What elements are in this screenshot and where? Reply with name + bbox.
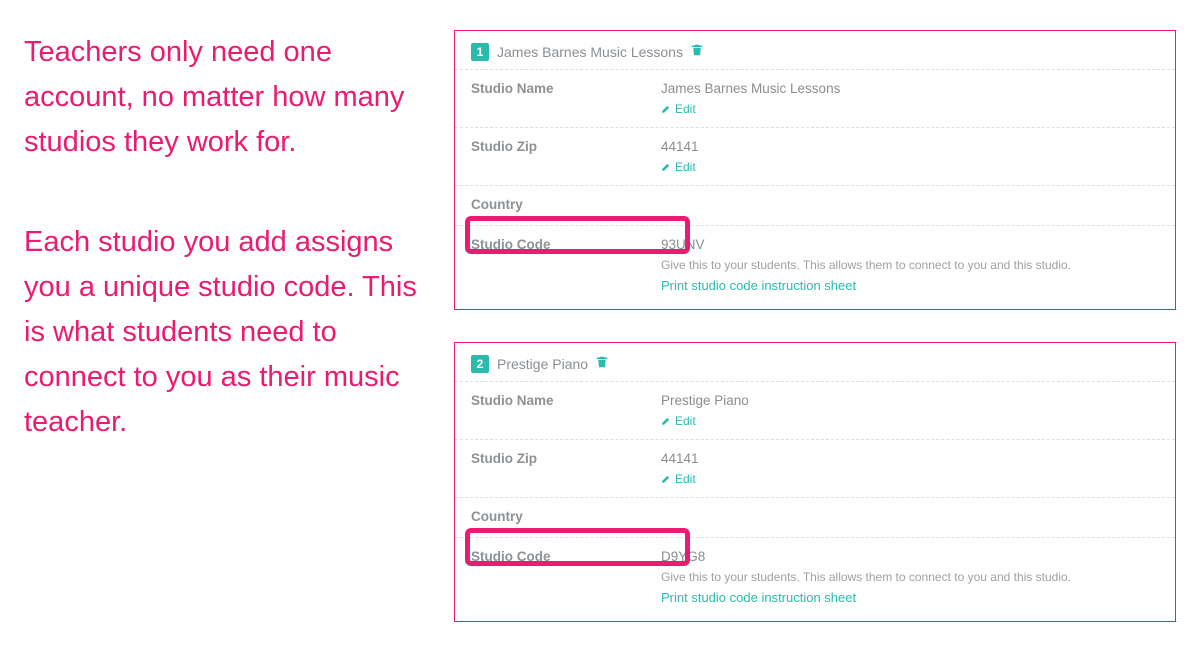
label-studio-code: Studio Code: [471, 549, 661, 605]
studio-number-badge: 1: [471, 43, 489, 61]
trash-icon[interactable]: [691, 43, 703, 61]
trash-icon[interactable]: [596, 355, 608, 373]
studio-title: Prestige Piano: [497, 356, 588, 372]
studio-card-1: 1 James Barnes Music Lessons Studio Name…: [454, 30, 1176, 310]
row-studio-code: Studio Code 93UNV Give this to your stud…: [455, 225, 1175, 309]
edit-studio-name[interactable]: Edit: [661, 102, 1159, 116]
card-header: 2 Prestige Piano: [455, 343, 1175, 381]
edit-studio-zip[interactable]: Edit: [661, 160, 1159, 174]
row-studio-code: Studio Code D9YG8 Give this to your stud…: [455, 537, 1175, 621]
label-studio-code: Studio Code: [471, 237, 661, 293]
pencil-icon: [661, 162, 671, 172]
row-country: Country: [455, 497, 1175, 537]
paragraph-2: Each studio you add assigns you a unique…: [24, 220, 430, 445]
label-studio-zip: Studio Zip: [471, 139, 661, 174]
row-country: Country: [455, 185, 1175, 225]
pencil-icon: [661, 416, 671, 426]
studio-code-help: Give this to your students. This allows …: [661, 258, 1159, 272]
label-country: Country: [471, 197, 661, 214]
pencil-icon: [661, 474, 671, 484]
print-instruction-link[interactable]: Print studio code instruction sheet: [661, 278, 1159, 293]
card-header: 1 James Barnes Music Lessons: [455, 31, 1175, 69]
value-studio-code: D9YG8: [661, 549, 1159, 564]
value-studio-zip: 44141: [661, 139, 1159, 154]
row-studio-zip: Studio Zip 44141 Edit: [455, 127, 1175, 185]
value-studio-code: 93UNV: [661, 237, 1159, 252]
edit-studio-name[interactable]: Edit: [661, 414, 1159, 428]
studio-card-2: 2 Prestige Piano Studio Name Prestige Pi…: [454, 342, 1176, 622]
edit-studio-zip[interactable]: Edit: [661, 472, 1159, 486]
value-studio-name: James Barnes Music Lessons: [661, 81, 1159, 96]
row-studio-name: Studio Name James Barnes Music Lessons E…: [455, 69, 1175, 127]
label-studio-zip: Studio Zip: [471, 451, 661, 486]
pencil-icon: [661, 104, 671, 114]
value-studio-zip: 44141: [661, 451, 1159, 466]
label-country: Country: [471, 509, 661, 526]
print-instruction-link[interactable]: Print studio code instruction sheet: [661, 590, 1159, 605]
studio-title: James Barnes Music Lessons: [497, 44, 683, 60]
value-studio-name: Prestige Piano: [661, 393, 1159, 408]
label-studio-name: Studio Name: [471, 393, 661, 428]
row-studio-name: Studio Name Prestige Piano Edit: [455, 381, 1175, 439]
studio-code-help: Give this to your students. This allows …: [661, 570, 1159, 584]
row-studio-zip: Studio Zip 44141 Edit: [455, 439, 1175, 497]
paragraph-1: Teachers only need one account, no matte…: [24, 30, 430, 165]
label-studio-name: Studio Name: [471, 81, 661, 116]
explanatory-text: Teachers only need one account, no matte…: [24, 30, 454, 626]
studio-number-badge: 2: [471, 355, 489, 373]
studios-column: 1 James Barnes Music Lessons Studio Name…: [454, 30, 1176, 626]
